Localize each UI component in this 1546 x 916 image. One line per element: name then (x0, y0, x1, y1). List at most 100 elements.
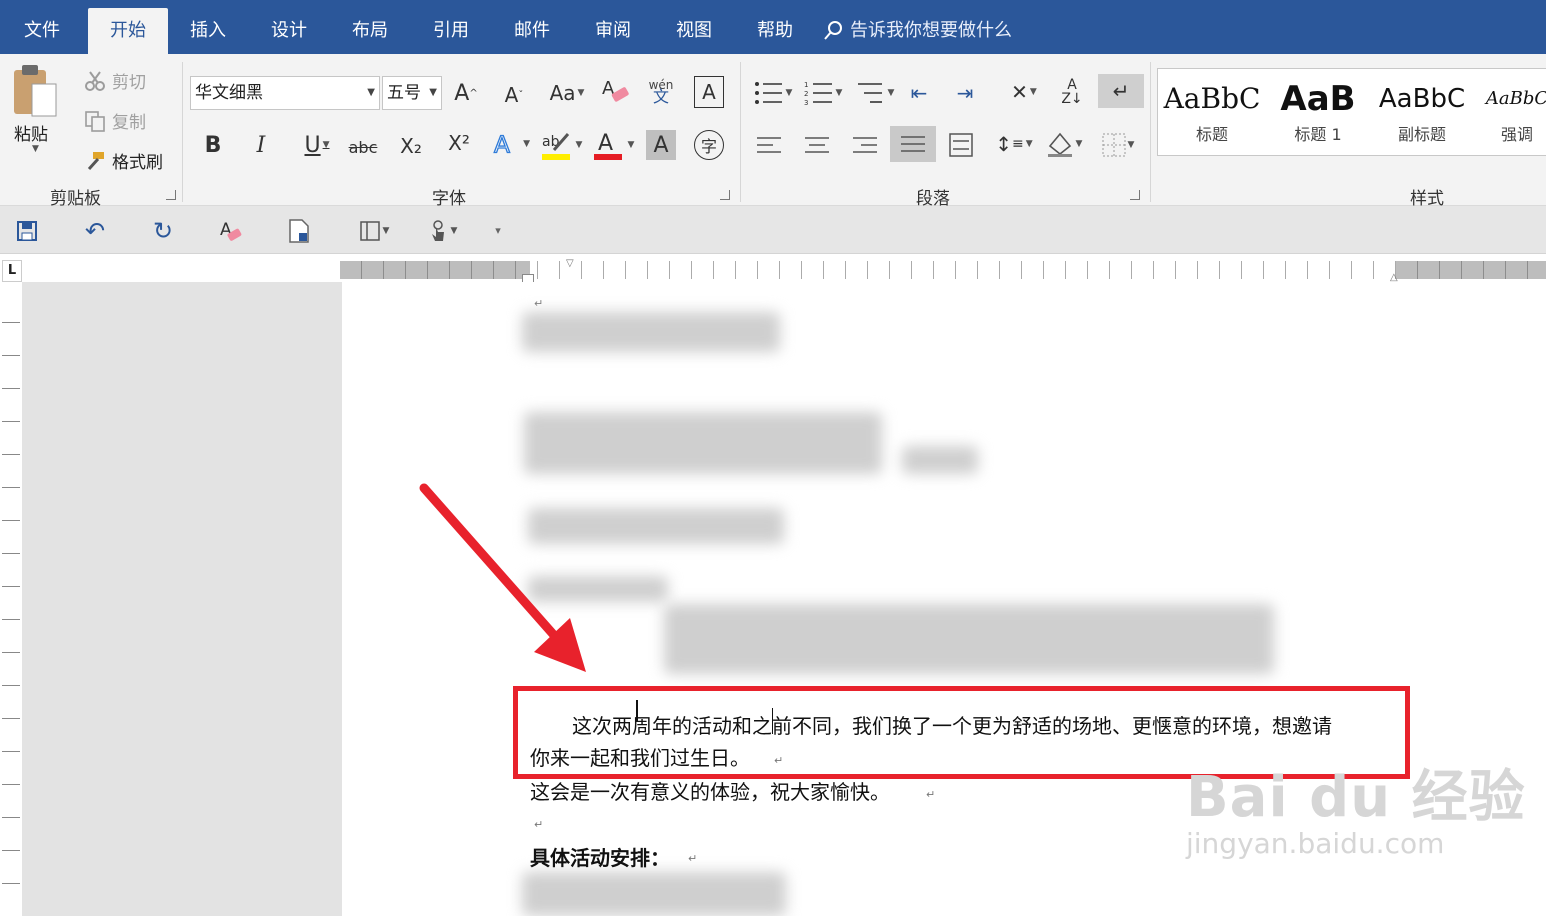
quick-access-toolbar: ↶ ↻ A ▼ ▼ ▾ (0, 206, 1546, 254)
document-icon[interactable] (286, 216, 312, 246)
tell-me-search[interactable]: 告诉我你想要做什么 (822, 8, 1012, 54)
style-emphasis[interactable]: AaBbC 强调 (1476, 69, 1546, 155)
underline-button[interactable]: U ▼ (294, 130, 340, 160)
group-divider (740, 62, 741, 202)
font-name-combo[interactable]: 华文细黑 ▼ (190, 76, 380, 110)
tell-me-text: 告诉我你想要做什么 (850, 20, 1012, 41)
tab-layout[interactable]: 布局 (342, 8, 398, 54)
font-color-icon[interactable]: A ▼ (590, 128, 636, 162)
show-formatting-marks-icon[interactable]: ↵ (1098, 74, 1144, 108)
subscript-button[interactable]: X₂ (396, 132, 426, 160)
borders-icon[interactable]: ▼ (1096, 130, 1140, 160)
svg-text:3: 3 (804, 99, 808, 106)
enclose-characters-button[interactable]: 字 (694, 130, 724, 160)
align-right-icon[interactable] (850, 130, 880, 160)
document-canvas (22, 282, 342, 916)
first-line-indent-marker-icon[interactable]: ▽ (566, 258, 574, 269)
multilevel-list-icon[interactable]: ▼ (854, 78, 896, 108)
redo-icon[interactable]: ↻ (148, 216, 178, 246)
paragraph-mark: ↵ (534, 297, 544, 310)
style-sample: AaBbC (1163, 82, 1261, 115)
bold-button[interactable]: B (198, 130, 228, 160)
character-border-label: A (702, 80, 716, 104)
tab-help[interactable]: 帮助 (747, 8, 803, 54)
character-shading-button[interactable]: A (646, 130, 676, 160)
paste-button[interactable] (10, 62, 60, 120)
paragraph-dialog-launcher-icon[interactable] (1130, 190, 1140, 200)
layout-icon[interactable]: ▼ (352, 216, 396, 246)
enclose-characters-label: 字 (700, 137, 717, 156)
distributed-icon[interactable] (946, 130, 976, 160)
style-subtitle[interactable]: AaBbC 副标题 (1372, 69, 1472, 155)
italic-label: I (256, 132, 266, 158)
search-icon (824, 21, 842, 40)
bullets-icon[interactable]: ▼ (752, 78, 794, 108)
numbering-icon[interactable]: 1 2 3 ▼ (802, 78, 844, 108)
group-divider (182, 62, 183, 202)
clipboard-icon (14, 65, 57, 117)
tab-review[interactable]: 审阅 (585, 8, 641, 54)
font-size-value: 五号 (387, 83, 421, 103)
clear-formatting-icon[interactable]: A (216, 216, 246, 246)
tab-view[interactable]: 视图 (666, 8, 722, 54)
tab-insert[interactable]: 插入 (180, 8, 236, 54)
tab-mailings[interactable]: 邮件 (504, 8, 560, 54)
phonetic-guide-button[interactable]: wén 文 (644, 74, 678, 108)
style-heading[interactable]: AaBbC 标题 (1162, 69, 1262, 155)
decrease-indent-icon[interactable]: ⇤ (906, 78, 932, 108)
justify-icon[interactable] (890, 126, 936, 162)
tab-file[interactable]: 文件 (14, 8, 70, 54)
phonetic-guide-bottom: 文 (652, 87, 669, 106)
schedule-heading: 具体活动安排： (530, 846, 670, 870)
underline-label: U (304, 132, 321, 158)
blurred-text-block (902, 446, 978, 474)
paragraph-mark: ↵ (926, 788, 936, 801)
chevron-down-icon[interactable]: ▼ (367, 77, 375, 109)
style-sample: AaB (1280, 79, 1356, 119)
copy-button[interactable]: 复制 (84, 108, 146, 133)
shading-icon[interactable]: ▼ (1042, 128, 1086, 160)
highlight-color-icon[interactable]: ab ▼ (538, 128, 584, 162)
align-center-icon[interactable] (802, 130, 832, 160)
customize-toolbar-chevron-down-icon[interactable]: ▾ (488, 220, 508, 240)
line-spacing-icon[interactable]: ↕ ≡ ▼ (994, 128, 1034, 160)
sort-icon[interactable]: A Z↓ (1058, 76, 1086, 108)
horizontal-ruler[interactable]: ▽ △ (340, 258, 1546, 284)
ruler-ticks (340, 261, 1546, 279)
clear-formatting-icon[interactable]: A (598, 74, 632, 108)
grow-font-icon[interactable]: A ^ (452, 78, 480, 108)
cut-button[interactable]: 剪切 (84, 68, 146, 93)
chevron-down-icon[interactable]: ▼ (429, 77, 437, 109)
align-left-icon[interactable] (754, 130, 784, 160)
superscript-button[interactable]: X² (444, 128, 474, 158)
paste-chevron-down-icon[interactable]: ▼ (32, 144, 39, 154)
increase-indent-icon[interactable]: ⇥ (952, 78, 978, 108)
vertical-ruler[interactable] (2, 290, 20, 916)
touch-mode-icon[interactable]: ▼ (420, 216, 464, 246)
asian-layout-icon[interactable]: ✕ ▼ (1004, 76, 1044, 108)
clipboard-dialog-launcher-icon[interactable] (166, 190, 176, 200)
change-case-button[interactable]: Aa ▼ (544, 78, 590, 108)
save-icon[interactable] (14, 218, 40, 244)
undo-icon[interactable]: ↶ (80, 216, 110, 246)
font-size-combo[interactable]: 五号 ▼ (382, 76, 442, 110)
tab-design[interactable]: 设计 (261, 8, 317, 54)
strikethrough-button[interactable]: abc (346, 134, 380, 160)
paragraph-mark: ↵ (534, 818, 544, 831)
italic-button[interactable]: I (246, 130, 276, 160)
text-effects-icon[interactable]: A ▼ (492, 128, 530, 160)
style-heading-1[interactable]: AaB 标题 1 (1268, 69, 1368, 155)
tab-references[interactable]: 引用 (423, 8, 479, 54)
font-dialog-launcher-icon[interactable] (720, 190, 730, 200)
shrink-font-icon[interactable]: Aˇ (500, 80, 528, 110)
tab-stop-selector[interactable]: L (2, 260, 22, 282)
superscript-label: X² (448, 131, 470, 155)
paragraph-line-3: 这会是一次有意义的体验，祝大家愉快。 (530, 780, 890, 804)
subscript-label: X₂ (400, 134, 422, 158)
svg-text:2: 2 (804, 90, 808, 98)
tab-home[interactable]: 开始 (88, 8, 168, 54)
format-painter-button[interactable]: 格式刷 (84, 148, 163, 173)
character-border-button[interactable]: A (694, 76, 724, 108)
baidu-watermark: Bai du 经验 jingyan.baidu.com (1186, 752, 1526, 860)
ribbon-tab-bar: 文件 开始 插入 设计 布局 引用 邮件 审阅 视图 帮助 告诉我你想要做什么 (0, 0, 1546, 54)
